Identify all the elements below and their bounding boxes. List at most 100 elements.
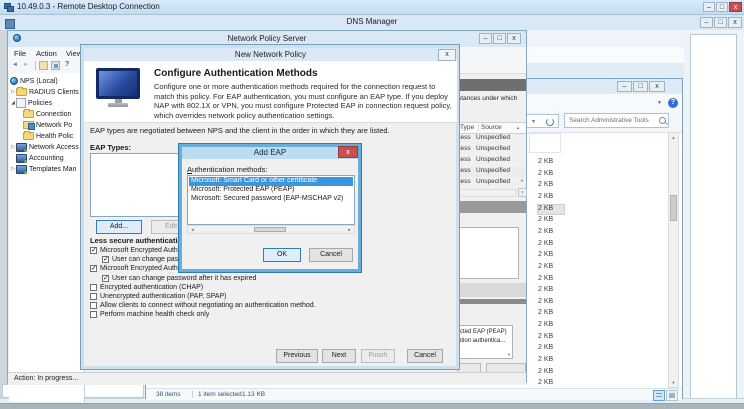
nps-close-button[interactable]: x [507,33,521,44]
nps-maximize-button[interactable]: □ [493,33,506,44]
show-console-tree-icon[interactable] [51,61,60,70]
finish-button[interactable]: Finish [361,349,395,363]
scroll-down-icon[interactable]: ▼ [669,378,678,387]
dns-close-button[interactable]: x [728,17,742,28]
file-size-cell[interactable]: 2 KB [538,321,564,330]
pane-frag-eap: cted EAP (PEAP) [460,329,507,335]
next-button[interactable]: Next [322,349,356,363]
explorer-minimize-button[interactable]: – [617,81,632,92]
file-size-cell[interactable]: 2 KB [538,216,564,225]
file-size-cell[interactable]: 2 KB [538,379,564,388]
dns-minimize-button[interactable]: – [700,17,713,28]
checkbox-mschap-pw-change[interactable]: ✓User can change password after it has e… [102,274,256,282]
file-size-cell[interactable]: 2 KB [538,181,564,190]
explorer-maximize-button[interactable]: □ [633,81,648,92]
dns-restore-button[interactable]: □ [714,17,727,28]
search-input[interactable]: Search Administrative Tools [564,113,669,128]
tree-item-nps-local[interactable]: NPS (Local) [9,76,85,86]
nps-statusbar: Action: In progress... [8,372,526,385]
wizard-close-button[interactable]: x [438,49,456,61]
pane-mini-scroll-icon[interactable]: ▼ [507,352,511,357]
eap-method-mschapv2[interactable]: Microsoft: Secured password (EAP-MSCHAP … [189,195,353,204]
add-eap-cancel-button[interactable]: Cancel [309,248,353,262]
file-size-cell[interactable]: 2 KB [538,205,564,214]
pane-scroll-right-icon[interactable]: › [518,188,527,197]
file-size-cell[interactable]: 2 KB [538,368,564,377]
forward-icon[interactable]: ► [23,62,29,68]
details-view-button[interactable] [653,390,665,401]
tree-item-accounting[interactable]: Accounting [9,153,85,163]
tree-item-health-policies[interactable]: Health Polic [9,131,85,141]
checkbox-pap-spap[interactable]: Unencrypted authentication (PAP, SPAP) [90,292,226,300]
add-eap-titlebar[interactable]: Add EAP [182,147,358,159]
add-eap-close-button[interactable]: x [338,146,358,158]
explorer-scrollbar[interactable]: ▲ ▼ [668,132,679,388]
pane-column-headers[interactable]: Type Source ▲ [454,122,526,134]
file-size-cell[interactable]: 2 KB [538,309,564,318]
file-size-cell[interactable]: 2 KB [538,158,564,167]
file-size-cell[interactable]: 2 KB [538,333,564,342]
rdp-close-button[interactable]: x [729,2,742,12]
help-icon[interactable]: ? [668,98,678,108]
wizard-titlebar[interactable]: New Network Policy x [84,48,457,61]
policy-row[interactable]: ccessUnspecified [454,167,526,177]
file-size-cell[interactable]: 2 KB [538,263,564,272]
eap-method-smartcard[interactable]: Microsoft: Smart Card or other certifica… [189,177,353,186]
hscroll-right-icon[interactable]: ► [345,226,354,233]
wizard-title: New Network Policy [84,50,457,59]
add-eap-ok-button[interactable]: OK [263,248,301,262]
export-list-icon[interactable] [39,61,48,70]
checkbox-chap[interactable]: Encrypted authentication (CHAP) [90,283,203,291]
server-icon [16,154,27,163]
pane-scroll-up-icon[interactable]: ▲ [516,125,520,130]
policy-row[interactable]: ccessUnspecified ▼ [454,178,526,188]
policy-row[interactable]: ccessUnspecified [454,134,526,144]
policy-row[interactable]: ccessUnspecified [454,156,526,166]
tree-item-radius-clients[interactable]: ▷RADIUS Clients [9,87,85,97]
address-bar-end[interactable]: ▼ [526,114,559,128]
menu-file[interactable]: File [14,49,26,58]
tree-item-network-access-protection[interactable]: ▷Network Access [9,142,85,152]
file-size-cell[interactable]: 2 KB [538,240,564,249]
hscroll-left-icon[interactable]: ◄ [188,226,197,233]
pane-scroll-down-icon[interactable]: ▼ [520,178,524,183]
auth-methods-listbox[interactable]: Microsoft: Smart Card or other certifica… [187,175,355,225]
policy-row[interactable]: ccessUnspecified [454,145,526,155]
hscrollbar-thumb[interactable] [254,227,286,232]
explorer-close-button[interactable]: x [649,81,665,92]
tree-item-policies[interactable]: ◢Policies [9,98,85,108]
toolbar-help-icon[interactable]: ? [65,61,69,68]
auth-methods-hscrollbar[interactable]: ◄ ► [187,225,355,234]
scroll-up-icon[interactable]: ▲ [669,133,678,142]
cancel-button[interactable]: Cancel [407,349,443,363]
file-size-cell[interactable]: 2 KB [538,170,564,179]
file-size-cell[interactable]: 2 KB [538,344,564,353]
previous-button[interactable]: Previous [276,349,318,363]
pane-hscrollbar[interactable] [454,189,516,197]
ribbon-expand-icon[interactable]: ▼ [657,100,662,106]
rdp-restore-button[interactable]: □ [716,2,728,12]
scrollbar-thumb[interactable] [670,195,677,221]
file-size-cell[interactable]: 2 KB [538,251,564,260]
file-size-cell[interactable]: 2 KB [538,356,564,365]
back-icon[interactable]: ◄ [12,62,18,68]
tree-item-network-policies[interactable]: Network Po [9,120,85,130]
dns-titlebar[interactable]: DNS Manager – □ x [0,15,744,30]
rdp-minimize-button[interactable]: – [703,2,715,12]
file-size-cell[interactable]: 2 KB [538,275,564,284]
address-dropdown-icon[interactable]: ▼ [531,119,536,125]
file-size-cell[interactable]: 2 KB [538,228,564,237]
file-size-cell[interactable]: 2 KB [538,286,564,295]
menu-action[interactable]: Action [36,49,57,58]
checkbox-allow-no-auth[interactable]: Allow clients to connect without negotia… [90,301,316,309]
file-size-cell[interactable]: 2 KB [538,298,564,307]
nps-minimize-button[interactable]: – [479,33,492,44]
tree-item-templates-management[interactable]: ▷Templates Man [9,164,85,174]
eap-method-peap[interactable]: Microsoft: Protected EAP (PEAP) [189,186,353,195]
checkbox-machine-health-only[interactable]: Perform machine health check only [90,310,209,318]
file-size-cell[interactable]: 2 KB [538,193,564,202]
tree-item-connection-request-policies[interactable]: Connection [9,109,85,119]
add-eap-type-button[interactable]: Add... [96,220,142,234]
refresh-icon[interactable] [546,118,554,126]
thumbnails-view-button[interactable] [666,390,678,401]
